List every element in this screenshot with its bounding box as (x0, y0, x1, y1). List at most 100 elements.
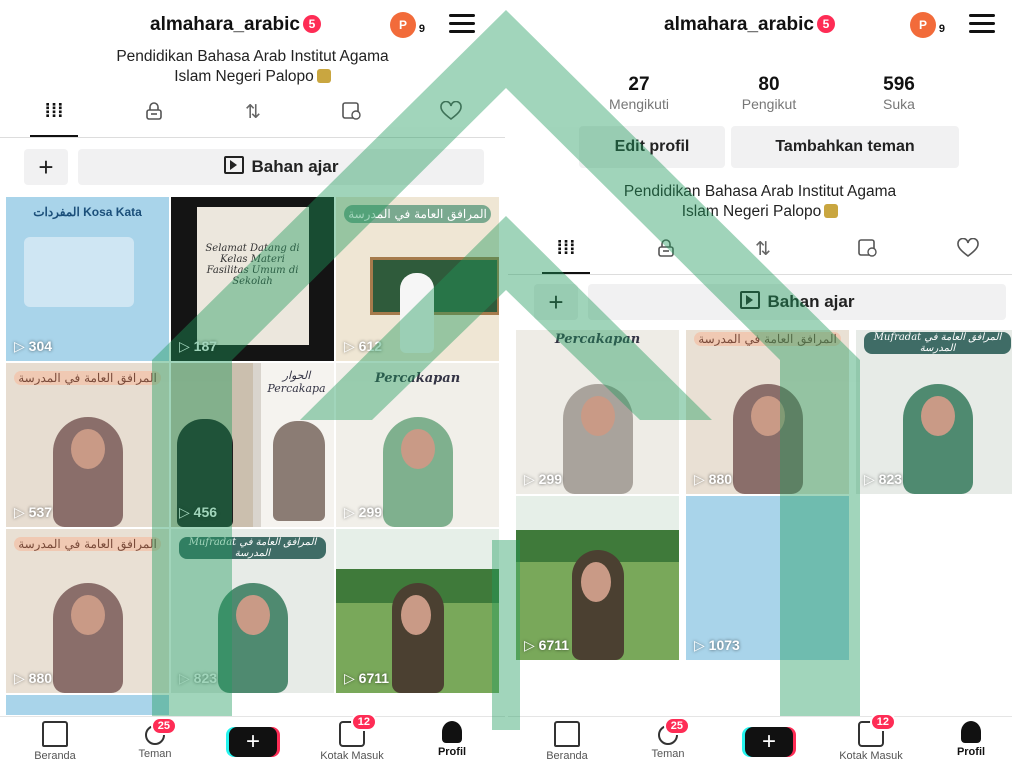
video-thumbnail[interactable]: 6711 (336, 529, 499, 693)
stat-likes[interactable]: 596 Suka (844, 74, 954, 114)
profile-bio: Pendidikan Bahasa Arab Institut Agama Is… (508, 182, 1012, 222)
emoji-icon (316, 69, 331, 83)
username-badge: 5 (817, 15, 835, 33)
view-count: 537 (14, 504, 52, 521)
username[interactable]: almahara_arabic 5 (664, 14, 835, 36)
view-count: 187 (179, 338, 217, 355)
nav-home[interactable]: Beranda (10, 721, 100, 762)
repost-icon[interactable]: ⇅ (733, 238, 793, 266)
liked-icon[interactable] (938, 237, 998, 266)
view-count: 823 (864, 471, 902, 488)
avatar-count: 9 (418, 23, 425, 35)
view-count: 304 (14, 338, 52, 355)
view-count: 823 (179, 670, 217, 687)
avatar-letter: P (398, 18, 407, 32)
nav-inbox-label: Kotak Masuk (320, 750, 384, 762)
lock-icon[interactable] (124, 101, 184, 129)
tagged-icon[interactable] (838, 238, 898, 266)
avatar-count: 9 (938, 23, 945, 35)
nav-profile-label: Profil (437, 746, 467, 758)
username-badge: 5 (303, 15, 321, 33)
video-thumbnail[interactable]: المرافق العامة في المدرسة 612 (336, 197, 499, 361)
video-title: Mufradat المرافق العامة في المدرسة (864, 332, 1011, 354)
nav-friends-label: Teman (651, 748, 685, 760)
video-thumbnail[interactable]: 6711 (516, 496, 679, 660)
thumbnail-graphic (24, 237, 134, 307)
nav-profile-label: Profil (956, 746, 986, 758)
content-tabs: ⁞⁞⁞ ⇅ (0, 93, 505, 138)
add-playlist-button[interactable]: + (24, 149, 68, 185)
video-thumbnail[interactable]: الحوار Percakapa 456 (171, 363, 334, 527)
grid-icon[interactable]: ⁞⁞⁞ (24, 101, 84, 137)
view-count: 6711 (524, 637, 569, 654)
bottom-navigation: Beranda 25 Teman + 12 Kotak Masuk Profil (508, 713, 1012, 772)
video-thumbnail[interactable]: المرافق العامة في المدرسة 880 (686, 330, 849, 494)
username-text: almahara_arabic (150, 14, 300, 35)
emoji-icon (824, 204, 839, 218)
nav-friends[interactable]: 25 Teman (110, 717, 200, 760)
profile-icon (961, 721, 981, 743)
inbox-icon: 12 (858, 713, 896, 747)
video-thumbnail[interactable]: المرافق العامة في المدرسة 880 (6, 529, 169, 693)
view-count: 612 (344, 338, 382, 355)
stat-following[interactable]: 27 Mengikuti (584, 74, 694, 114)
person-graphic (273, 421, 325, 521)
edit-profile-button[interactable]: Edit profil (579, 126, 725, 168)
playlist-icon (739, 291, 760, 309)
video-thumbnail[interactable]: المرافق العامة في المدرسة 537 (6, 363, 169, 527)
view-count: 1073 (694, 637, 740, 654)
chalkboard-graphic (370, 257, 499, 315)
video-title: Percakapan (554, 332, 641, 347)
add-playlist-button[interactable]: + (534, 284, 578, 320)
nav-friends[interactable]: 25 Teman (623, 717, 713, 760)
avatar[interactable]: P9 (910, 12, 945, 38)
bottom-navigation: Beranda 25 Teman + 12 Kotak Masuk Profil (0, 713, 505, 772)
tagged-icon[interactable] (322, 101, 382, 129)
playlist-button[interactable]: Bahan ajar (588, 284, 1006, 320)
person-graphic (725, 374, 811, 494)
right-profile-screen: almahara_arabic 5 P9 27 Mengikuti 80 Pengik… (508, 0, 1012, 772)
video-thumbnail[interactable]: Percakapan 299 (336, 363, 499, 527)
nav-home[interactable]: Beranda (522, 721, 612, 762)
nav-inbox[interactable]: 12 Kotak Masuk (307, 713, 397, 762)
stat-label: Pengikut (741, 96, 797, 112)
bio-line-2: Islam Negeri Palopo (681, 203, 822, 220)
video-title: Selamat Datang di Kelas Materi Fasilitas… (205, 243, 300, 287)
content-tabs: ⁞⁞⁞ ⇅ (508, 230, 1012, 275)
lock-icon[interactable] (636, 238, 696, 266)
video-thumbnail[interactable]: Mufradat المرافق العامة في المدرسة 823 (171, 529, 334, 693)
video-thumbnail[interactable]: Mufradat المرافق العامة في المدرسة 823 (856, 330, 1012, 494)
person-graphic (568, 540, 628, 660)
bio-line-1: Pendidikan Bahasa Arab Institut Agama (116, 48, 389, 65)
stat-followers[interactable]: 80 Pengikut (714, 74, 824, 114)
stat-value: 27 (628, 74, 650, 95)
nav-profile[interactable]: Profil (926, 721, 1012, 758)
video-thumbnail[interactable]: Percakapan 299 (516, 330, 679, 494)
nav-inbox[interactable]: 12 Kotak Masuk (826, 713, 916, 762)
stat-value: 80 (758, 74, 780, 95)
repost-icon[interactable]: ⇅ (223, 101, 283, 129)
video-thumbnail[interactable]: المفردات Kosa Kata 304 (6, 197, 169, 361)
create-button[interactable]: + (745, 727, 793, 757)
create-button[interactable]: + (229, 727, 277, 757)
grid-icon[interactable]: ⁞⁞⁞ (536, 238, 596, 274)
username-text: almahara_arabic (664, 14, 814, 35)
home-icon (42, 721, 68, 747)
username[interactable]: almahara_arabic 5 (150, 14, 321, 36)
profile-stats: 27 Mengikuti 80 Pengikut 596 Suka (508, 74, 1012, 116)
hamburger-menu-icon[interactable] (449, 14, 475, 34)
playlist-label: Bahan ajar (767, 292, 855, 311)
person-graphic (45, 573, 131, 693)
friends-icon: 25 (658, 717, 690, 745)
nav-profile[interactable]: Profil (407, 721, 497, 758)
video-thumbnail[interactable]: Selamat Datang di Kelas Materi Fasilitas… (171, 197, 334, 361)
add-friend-button[interactable]: Tambahkan teman (731, 126, 959, 168)
playlist-button[interactable]: Bahan ajar (78, 149, 484, 185)
hamburger-menu-icon[interactable] (969, 14, 995, 34)
video-title: المرافق العامة في المدرسة (344, 205, 491, 223)
video-thumbnail[interactable]: 1073 (686, 496, 849, 660)
avatar-graphic (400, 273, 434, 353)
avatar[interactable]: P9 (390, 12, 425, 38)
liked-icon[interactable] (421, 100, 481, 129)
person-graphic (45, 407, 131, 527)
